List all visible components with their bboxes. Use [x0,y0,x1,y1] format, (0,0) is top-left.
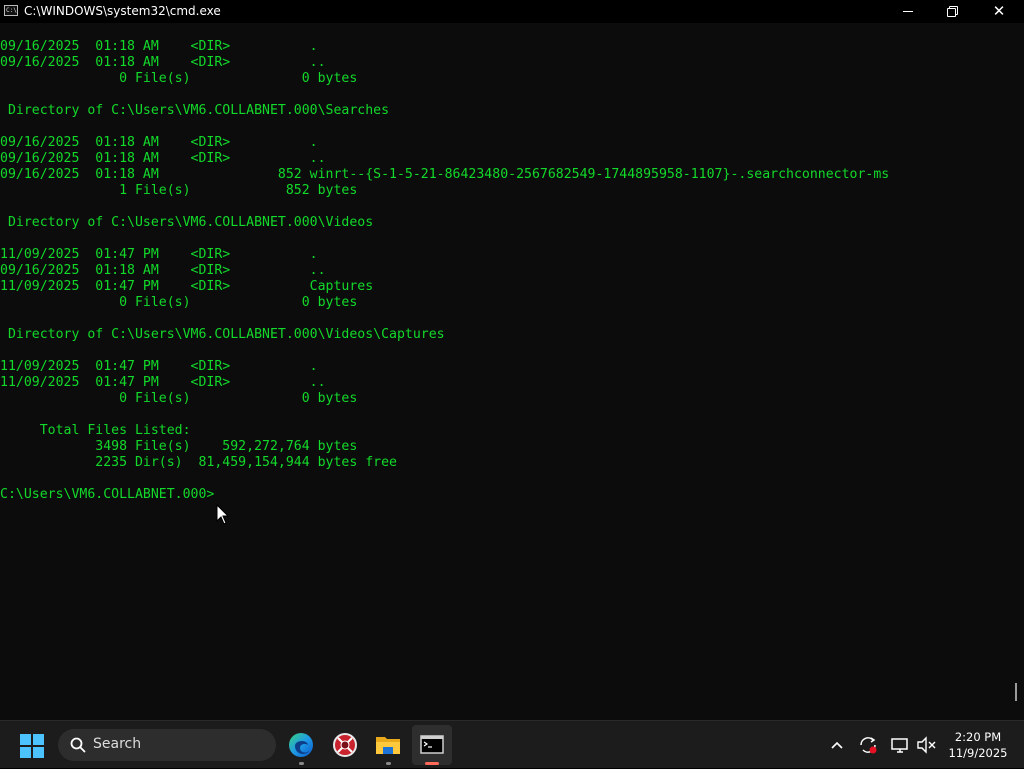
console-line: 11/09/2025 01:47 PM <DIR> . [0,247,318,262]
console-line: 3498 File(s) 592,272,764 bytes [0,439,358,454]
window-title: C:\WINDOWS\system32\cmd.exe [24,4,221,18]
command-prompt-window: C:\ C:\WINDOWS\system32\cmd.exe ✕ 09/16/… [0,0,1024,720]
windows-logo-icon-part [20,747,31,758]
minimize-button[interactable] [885,0,931,23]
show-hidden-icons-button[interactable] [825,731,849,759]
volume-muted-icon [917,736,936,754]
clock-date: 11/9/2025 [948,746,1008,760]
tray-sync-button[interactable] [856,731,880,759]
taskbar-app-file-explorer[interactable] [368,725,408,765]
taskbar-app-command-prompt[interactable] [412,725,452,765]
clock-time: 2:20 PM [954,730,1002,744]
console-line: 0 File(s) 0 bytes [0,295,358,310]
close-button[interactable]: ✕ [976,0,1022,23]
console-line: 0 File(s) 0 bytes [0,71,358,86]
console-line: Directory of C:\Users\VM6.COLLABNET.000\… [0,215,374,230]
windows-logo-icon-part [33,747,44,758]
search-label: Search [93,736,142,752]
red-app-icon [333,733,357,757]
windows-logo-icon [20,734,31,745]
console-line: 0 File(s) 0 bytes [0,391,358,406]
network-icon [891,738,908,753]
chevron-up-icon [831,741,843,749]
title-bar[interactable]: C:\ C:\WINDOWS\system32\cmd.exe ✕ [0,0,1024,23]
cmd-window-icon: C:\ [4,5,18,16]
console-line: Directory of C:\Users\VM6.COLLABNET.000\… [0,327,445,342]
search-icon [70,737,86,753]
taskbar-app-edge[interactable] [281,725,321,765]
taskbar-app-red[interactable] [325,725,365,765]
console-line: 11/09/2025 01:47 PM <DIR> . [0,359,318,374]
taskbar-clock[interactable]: 2:20 PM 11/9/2025 [938,729,1018,761]
console-line: 1 File(s) 852 bytes [0,183,358,198]
scrollbar-thumb[interactable] [1015,683,1017,701]
console-line: 09/16/2025 01:18 AM <DIR> . [0,135,318,150]
windows-logo-icon-part [33,734,44,745]
console-line: 09/16/2025 01:18 AM <DIR> .. [0,263,326,278]
console-output[interactable]: 09/16/2025 01:18 AM <DIR> . 09/16/2025 01… [0,39,1010,719]
restore-icon-front [947,8,956,17]
mouse-pointer-icon [216,504,230,525]
console-line: 09/16/2025 01:18 AM <DIR> . [0,39,318,54]
console-line: Total Files Listed: [0,423,191,438]
console-line: 11/09/2025 01:47 PM <DIR> .. [0,375,326,390]
minimize-icon [903,11,913,12]
start-button[interactable] [12,727,52,763]
file-explorer-icon [376,737,400,754]
tray-volume-button[interactable] [914,731,938,759]
active-indicator [425,762,439,765]
console-line: C:\Users\VM6.COLLABNET.000> [0,487,215,502]
command-prompt-icon [420,735,444,754]
console-line: Directory of C:\Users\VM6.COLLABNET.000\… [0,103,390,118]
tray-network-button[interactable] [888,731,912,759]
console-line: 11/09/2025 01:47 PM <DIR> Captures [0,279,374,294]
sync-icon [860,737,877,754]
console-line: 09/16/2025 01:18 AM <DIR> .. [0,55,326,70]
taskbar-search-box[interactable]: Search [58,729,276,761]
close-icon: ✕ [992,2,1006,20]
edge-icon [289,733,313,757]
taskbar: Search 2:20 PM 11/9/2025 [0,720,1024,768]
console-line: 09/16/2025 01:18 AM <DIR> .. [0,151,326,166]
restore-button[interactable] [930,0,976,23]
running-indicator [299,762,304,765]
console-line: 2235 Dir(s) 81,459,154,944 bytes free [0,455,397,470]
console-line: 09/16/2025 01:18 AM 852 winrt--{S-1-5-21… [0,167,890,182]
running-indicator [386,762,391,765]
